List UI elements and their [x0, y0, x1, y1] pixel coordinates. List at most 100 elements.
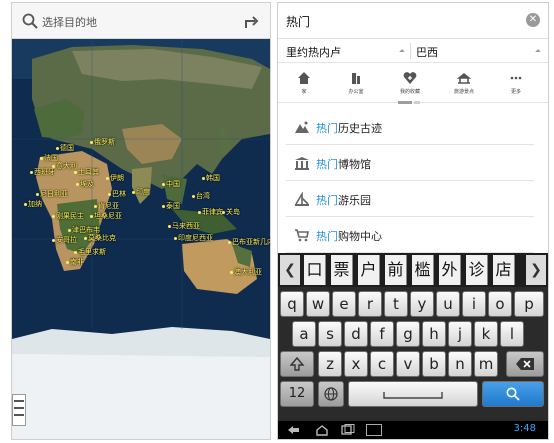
key-k[interactable]: k [474, 321, 498, 347]
map-label-tanzania[interactable]: 坦桑尼亚 [90, 211, 122, 221]
keyboard-indicator-icon[interactable] [366, 424, 382, 436]
key-i[interactable]: i [462, 291, 486, 317]
result-row[interactable]: 热门博物馆 [286, 145, 534, 181]
key-b[interactable]: b [422, 351, 446, 377]
candidate-word[interactable]: 店 [493, 255, 515, 285]
destination-search-bar[interactable]: 选择目的地 [12, 3, 270, 39]
category-attractions[interactable]: 旅游景点 [438, 71, 490, 95]
map-label-germany[interactable]: 德国 [56, 143, 74, 153]
map-label-malaysia[interactable]: 马来西亚 [168, 221, 200, 231]
country-selector[interactable]: 巴西 [416, 44, 438, 60]
map-label-egypt[interactable]: 埃及 [76, 179, 94, 189]
candidate-word[interactable]: 户 [358, 255, 380, 285]
map-label-kenya[interactable]: 肯尼亚 [94, 201, 119, 211]
candidate-prev-button[interactable]: ❮ [280, 255, 300, 285]
key-o[interactable]: o [488, 291, 512, 317]
directions-icon[interactable] [242, 12, 260, 30]
shift-key[interactable] [280, 351, 314, 377]
space-key[interactable] [348, 381, 478, 407]
category-favorites[interactable]: 我的收藏 [384, 71, 436, 95]
city-dropdown-icon[interactable] [399, 49, 405, 55]
search-query[interactable]: 热门 [286, 13, 310, 30]
home-nav-icon[interactable] [314, 424, 330, 436]
map-label-russia[interactable]: 俄罗斯 [90, 137, 115, 147]
candidate-word[interactable]: 前 [385, 255, 407, 285]
recent-apps-icon[interactable] [340, 424, 356, 436]
map-label-china[interactable]: 中国 [162, 179, 180, 189]
map-label-png[interactable]: 巴布亚新几内 [228, 237, 270, 247]
map-label-thailand[interactable]: 泰国 [162, 201, 180, 211]
key-j[interactable]: j [448, 321, 472, 347]
map-label-australia[interactable]: 澳大利亚 [230, 267, 262, 277]
category-more[interactable]: 更多 [490, 71, 542, 95]
result-row[interactable]: 热门历史古迹 [286, 109, 534, 145]
country-dropdown-icon[interactable] [535, 49, 541, 55]
key-d[interactable]: d [344, 321, 368, 347]
key-a[interactable]: a [292, 321, 316, 347]
map-label-south-africa[interactable]: 南非 [66, 257, 84, 267]
search-key[interactable] [482, 381, 544, 407]
search-field[interactable]: 热门 ✕ [278, 3, 548, 39]
key-c[interactable]: c [370, 351, 394, 377]
map-label-nigeria[interactable]: 尼日利亚 [36, 189, 68, 199]
key-f[interactable]: f [370, 321, 394, 347]
map-menu-handle[interactable] [12, 394, 26, 426]
favorite-icon [403, 72, 417, 84]
map-label-angola[interactable]: 安哥拉 [52, 235, 77, 245]
candidate-word[interactable]: 口 [304, 255, 326, 285]
map-label-indonesia[interactable]: 印度尼西亚 [174, 233, 213, 243]
map-label-ghana[interactable]: 加纳 [24, 199, 42, 209]
map-label-guam[interactable]: 关岛 [222, 207, 240, 217]
search-screen: 热门 ✕ 里约热内卢 巴西 家 办公室 我的收藏 旅游景点 更多 热门历史古迹 … [277, 2, 549, 440]
key-q[interactable]: q [280, 291, 304, 317]
map-label-iran[interactable]: 伊朗 [106, 173, 124, 183]
key-w[interactable]: w [306, 291, 330, 317]
clear-search-icon[interactable]: ✕ [526, 13, 540, 27]
back-icon[interactable] [286, 424, 302, 436]
destination-search-placeholder[interactable]: 选择目的地 [42, 14, 97, 30]
key-l[interactable]: l [500, 321, 524, 347]
map-label-drc[interactable]: 刚果民主 [52, 211, 84, 221]
key-x[interactable]: x [344, 351, 368, 377]
category-home[interactable]: 家 [278, 71, 330, 95]
key-n[interactable]: n [448, 351, 472, 377]
key-r[interactable]: r [358, 291, 382, 317]
key-g[interactable]: g [396, 321, 420, 347]
candidate-word[interactable]: 票 [331, 255, 353, 285]
map-label-turkey[interactable]: 土耳其 [74, 167, 99, 177]
mountain-icon [295, 121, 309, 133]
city-selector[interactable]: 里约热内卢 [286, 44, 341, 60]
candidate-word[interactable]: 槛 [412, 255, 434, 285]
candidate-word[interactable]: 外 [439, 255, 461, 285]
key-y[interactable]: y [410, 291, 434, 317]
map-label-korea[interactable]: 韩国 [202, 173, 220, 183]
result-row[interactable]: 热门游乐园 [286, 181, 534, 217]
backspace-key[interactable] [506, 351, 544, 377]
language-key[interactable] [318, 381, 344, 407]
world-map[interactable]: 俄罗斯 德国 法国 西班牙 意大利 土耳其 伊朗 埃及 印度 巴林 中国 韩国 … [12, 39, 270, 439]
key-s[interactable]: s [318, 321, 342, 347]
result-row[interactable]: 热门购物中心 [286, 217, 534, 253]
candidate-next-button[interactable]: ❯ [526, 255, 546, 285]
key-t[interactable]: t [384, 291, 408, 317]
key-u[interactable]: u [436, 291, 460, 317]
candidate-word[interactable]: 诊 [466, 255, 488, 285]
key-p[interactable]: p [514, 291, 544, 317]
map-label-bahrain[interactable]: 巴林 [108, 189, 126, 199]
result-highlight: 热门 [316, 122, 338, 135]
screenshot-frame: 选择目的地 俄罗斯 德国 法国 西班牙 意大利 土耳其 伊朗 埃及 印度 巴林 … [0, 0, 554, 443]
office-icon [352, 73, 360, 84]
key-e[interactable]: e [332, 291, 356, 317]
key-h[interactable]: h [422, 321, 446, 347]
category-office[interactable]: 办公室 [330, 71, 382, 95]
key-v[interactable]: v [396, 351, 420, 377]
map-label-mauritius[interactable]: 毛里求斯 [74, 247, 106, 257]
map-label-taiwan[interactable]: 台湾 [192, 191, 210, 201]
map-label-zimbabwe[interactable]: 津巴布韦 [68, 225, 100, 235]
cart-icon [295, 229, 309, 242]
key-z[interactable]: z [318, 351, 342, 377]
numbers-key[interactable]: 12 [280, 381, 314, 407]
map-label-philippines[interactable]: 菲律宾 [198, 207, 223, 217]
key-m[interactable]: m [474, 351, 498, 377]
map-label-india[interactable]: 印度 [132, 187, 150, 197]
